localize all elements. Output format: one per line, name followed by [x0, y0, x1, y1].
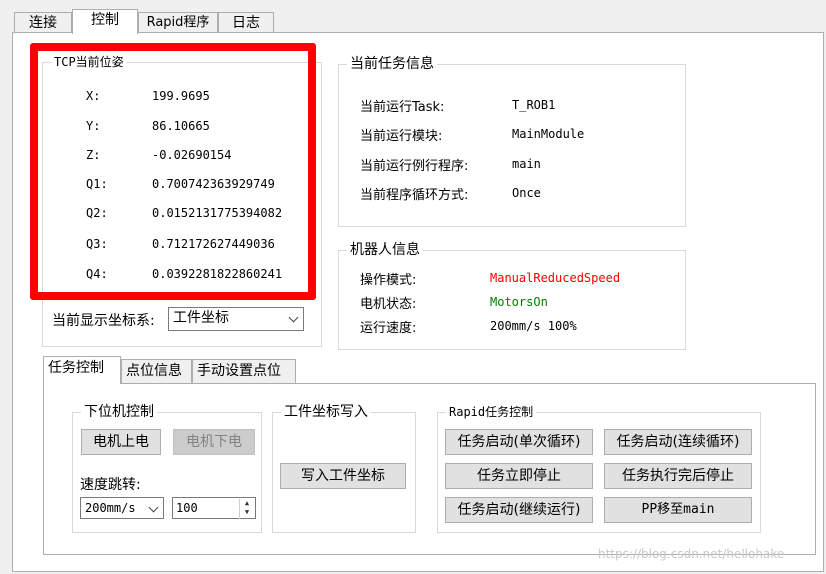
task-info-title: 当前任务信息 — [347, 55, 437, 73]
routine-label: 当前运行例行程序: — [360, 159, 469, 174]
spin-down-icon[interactable]: ▼ — [240, 508, 254, 517]
task-running-value: T_ROB1 — [512, 98, 556, 112]
start-single-cycle-button[interactable]: 任务启动(单次循环) — [445, 429, 593, 455]
lower-controller-title: 下位机控制 — [81, 403, 157, 421]
subtab-manual-point[interactable]: 手动设置点位 — [192, 359, 296, 383]
coord-system-select[interactable]: 工件坐标 — [168, 307, 304, 331]
tcp-q2-label: Q2: — [86, 206, 108, 220]
start-continue-button[interactable]: 任务启动(继续运行) — [445, 497, 593, 523]
tcp-y-value: 86.10665 — [152, 119, 210, 133]
robot-info-title: 机器人信息 — [347, 241, 423, 259]
watermark-text: https://blog.csdn.net/hellohake — [598, 547, 785, 561]
tcp-pose-group: TCP当前位姿 — [42, 53, 322, 347]
speed-value-spinbox[interactable]: 100 ▲ ▼ — [172, 497, 256, 519]
motor-state-label: 电机状态: — [360, 297, 417, 312]
tcp-q3-label: Q3: — [86, 237, 108, 251]
workobject-write-title: 工件坐标写入 — [281, 403, 371, 421]
cycle-mode-label: 当前程序循环方式: — [360, 188, 469, 203]
tab-connect[interactable]: 连接 — [14, 12, 72, 33]
tcp-q3-value: 0.712172627449036 — [152, 237, 275, 251]
motor-on-button[interactable]: 电机上电 — [81, 429, 161, 455]
coord-system-value: 工件坐标 — [173, 310, 229, 326]
tcp-z-label: Z: — [86, 148, 101, 162]
routine-value: main — [512, 157, 541, 171]
module-value: MainModule — [512, 127, 585, 141]
speed-value: 100 — [176, 501, 198, 515]
tcp-y-label: Y: — [86, 119, 101, 133]
stop-after-cycle-button[interactable]: 任务执行完后停止 — [604, 463, 752, 489]
task-running-label: 当前运行Task: — [360, 100, 445, 115]
rapid-task-control-title: Rapid任务控制 — [446, 403, 537, 421]
cycle-mode-value: Once — [512, 186, 541, 200]
tcp-q4-label: Q4: — [86, 267, 108, 281]
module-label: 当前运行模块: — [360, 129, 443, 144]
spin-buttons[interactable]: ▲ ▼ — [239, 499, 254, 519]
speed-select[interactable]: 200mm/s — [80, 497, 164, 519]
subtab-task-control[interactable]: 任务控制 — [43, 356, 121, 384]
run-speed-value: 200mm/s 100% — [490, 319, 577, 333]
coord-system-label: 当前显示坐标系: — [52, 313, 155, 329]
operation-mode-value: ManualReducedSpeed — [490, 271, 621, 285]
tcp-q1-value: 0.700742363929749 — [152, 177, 275, 191]
tcp-x-label: X: — [86, 89, 101, 103]
tcp-q2-value: 0.0152131775394082 — [152, 206, 283, 220]
operation-mode-label: 操作模式: — [360, 273, 417, 288]
tab-rapid-program[interactable]: Rapid程序 — [138, 12, 218, 33]
motor-state-value: MotorsOn — [490, 295, 548, 309]
speed-select-value: 200mm/s — [85, 501, 136, 515]
run-speed-label: 运行速度: — [360, 321, 417, 336]
chevron-down-icon — [288, 312, 299, 323]
write-workobject-button[interactable]: 写入工件坐标 — [280, 463, 406, 489]
tab-control[interactable]: 控制 — [72, 9, 138, 34]
tab-log[interactable]: 日志 — [218, 12, 274, 33]
tcp-q1-label: Q1: — [86, 177, 108, 191]
stop-immediately-button[interactable]: 任务立即停止 — [445, 463, 593, 489]
tcp-z-value: -0.02690154 — [152, 148, 232, 162]
chevron-down-icon — [148, 502, 159, 513]
tcp-pose-title: TCP当前位姿 — [51, 53, 127, 71]
spin-up-icon[interactable]: ▲ — [240, 499, 254, 508]
tcp-q4-value: 0.0392281822860241 — [152, 267, 283, 281]
tcp-x-value: 199.9695 — [152, 89, 210, 103]
start-continuous-cycle-button[interactable]: 任务启动(连续循环) — [604, 429, 752, 455]
subtab-point-info[interactable]: 点位信息 — [121, 359, 192, 383]
speed-jump-label: 速度跳转: — [80, 477, 141, 493]
motor-off-button[interactable]: 电机下电 — [173, 429, 255, 455]
pp-to-main-button[interactable]: PP移至main — [604, 497, 752, 523]
